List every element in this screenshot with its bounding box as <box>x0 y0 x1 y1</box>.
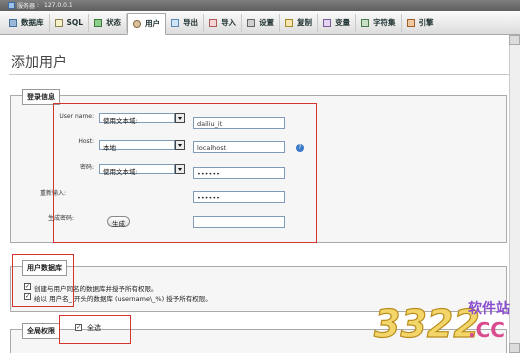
generate-password-button[interactable]: 生成 <box>107 216 130 228</box>
username-input[interactable]: dailiu_it <box>193 117 285 129</box>
retype-label: 重新输入: <box>40 190 67 197</box>
select-all-checkbox[interactable]: ✓ <box>75 324 82 331</box>
tab-settings[interactable]: 设置 <box>242 13 281 32</box>
svg-text:软件站: 软件站 <box>468 300 510 317</box>
host-label: Host: <box>78 138 94 145</box>
tab-replication[interactable]: 复制 <box>280 13 319 32</box>
engines-icon <box>406 18 415 27</box>
generate-label: 生成密码: <box>48 215 75 222</box>
server-host[interactable]: 127.0.0.1 <box>44 2 73 9</box>
database-icon <box>9 18 17 27</box>
global-privileges-legend: 全局权限 <box>22 323 60 339</box>
charset-icon <box>361 18 370 27</box>
svg-text:.CC: .CC <box>468 318 505 342</box>
password-mode-select[interactable]: 使用文本域: <box>99 164 175 176</box>
generated-password-field[interactable] <box>193 216 285 228</box>
settings-icon <box>247 18 256 27</box>
server-icon <box>8 2 15 9</box>
tab-users[interactable]: 用户 <box>127 12 167 35</box>
chevron-down-icon[interactable] <box>175 113 185 123</box>
users-icon <box>133 19 142 28</box>
create-db-checkbox[interactable]: ✓ <box>24 283 31 290</box>
password-input[interactable]: •••••• <box>193 167 285 179</box>
svg-text:3322: 3322 <box>374 302 480 345</box>
host-input[interactable]: localhost <box>193 141 285 153</box>
tab-charsets[interactable]: 字符集 <box>356 13 402 32</box>
variables-icon <box>323 18 332 27</box>
scroll-up-button[interactable] <box>509 35 520 45</box>
chevron-down-icon[interactable] <box>175 164 185 174</box>
title-divider <box>9 74 515 75</box>
sql-icon <box>54 18 63 27</box>
import-icon <box>209 18 218 27</box>
replication-icon <box>285 18 294 27</box>
chevron-down-icon[interactable] <box>175 140 185 150</box>
create-db-label: 创建与用户同名的数据库并授予所有权限。 <box>34 285 158 293</box>
username-label: User name: <box>59 113 94 120</box>
login-info-legend: 登录信息 <box>22 89 60 105</box>
user-db-legend: 用户数据库 <box>22 260 67 276</box>
top-tabs: 数据库 SQL 状态 用户 导出 导入 设置 复制 变量 字符集 引擎 <box>0 11 520 35</box>
tab-import[interactable]: 导入 <box>204 13 243 32</box>
select-all-label[interactable]: 全选 <box>87 323 101 333</box>
host-mode-select[interactable]: 本地 <box>99 140 175 152</box>
page-title: 添加用户 <box>11 55 67 71</box>
server-label[interactable]: 服务器 <box>17 1 35 10</box>
server-breadcrumb: 服务器: 127.0.0.1 <box>0 0 520 11</box>
username-mode-select[interactable]: 使用文本域: <box>99 113 175 125</box>
wildcard-db-label: 给以 用户名_ 开头的数据库 (username\_%) 授予所有权限。 <box>34 295 212 303</box>
status-icon <box>94 18 103 27</box>
retype-input[interactable]: •••••• <box>193 191 285 203</box>
export-icon <box>171 18 180 27</box>
tab-engines[interactable]: 引擎 <box>402 14 439 32</box>
site-watermark-logo: 3322 软件站 .CC <box>372 293 512 347</box>
tab-variables[interactable]: 变量 <box>318 13 357 32</box>
password-label: 密码: <box>79 164 94 171</box>
tab-status[interactable]: 状态 <box>89 13 128 32</box>
help-icon[interactable]: ? <box>296 144 304 152</box>
tab-export[interactable]: 导出 <box>166 13 205 32</box>
wildcard-db-checkbox[interactable]: ✓ <box>24 293 31 300</box>
tab-databases[interactable]: 数据库 <box>4 13 50 32</box>
tab-sql[interactable]: SQL <box>50 13 90 32</box>
